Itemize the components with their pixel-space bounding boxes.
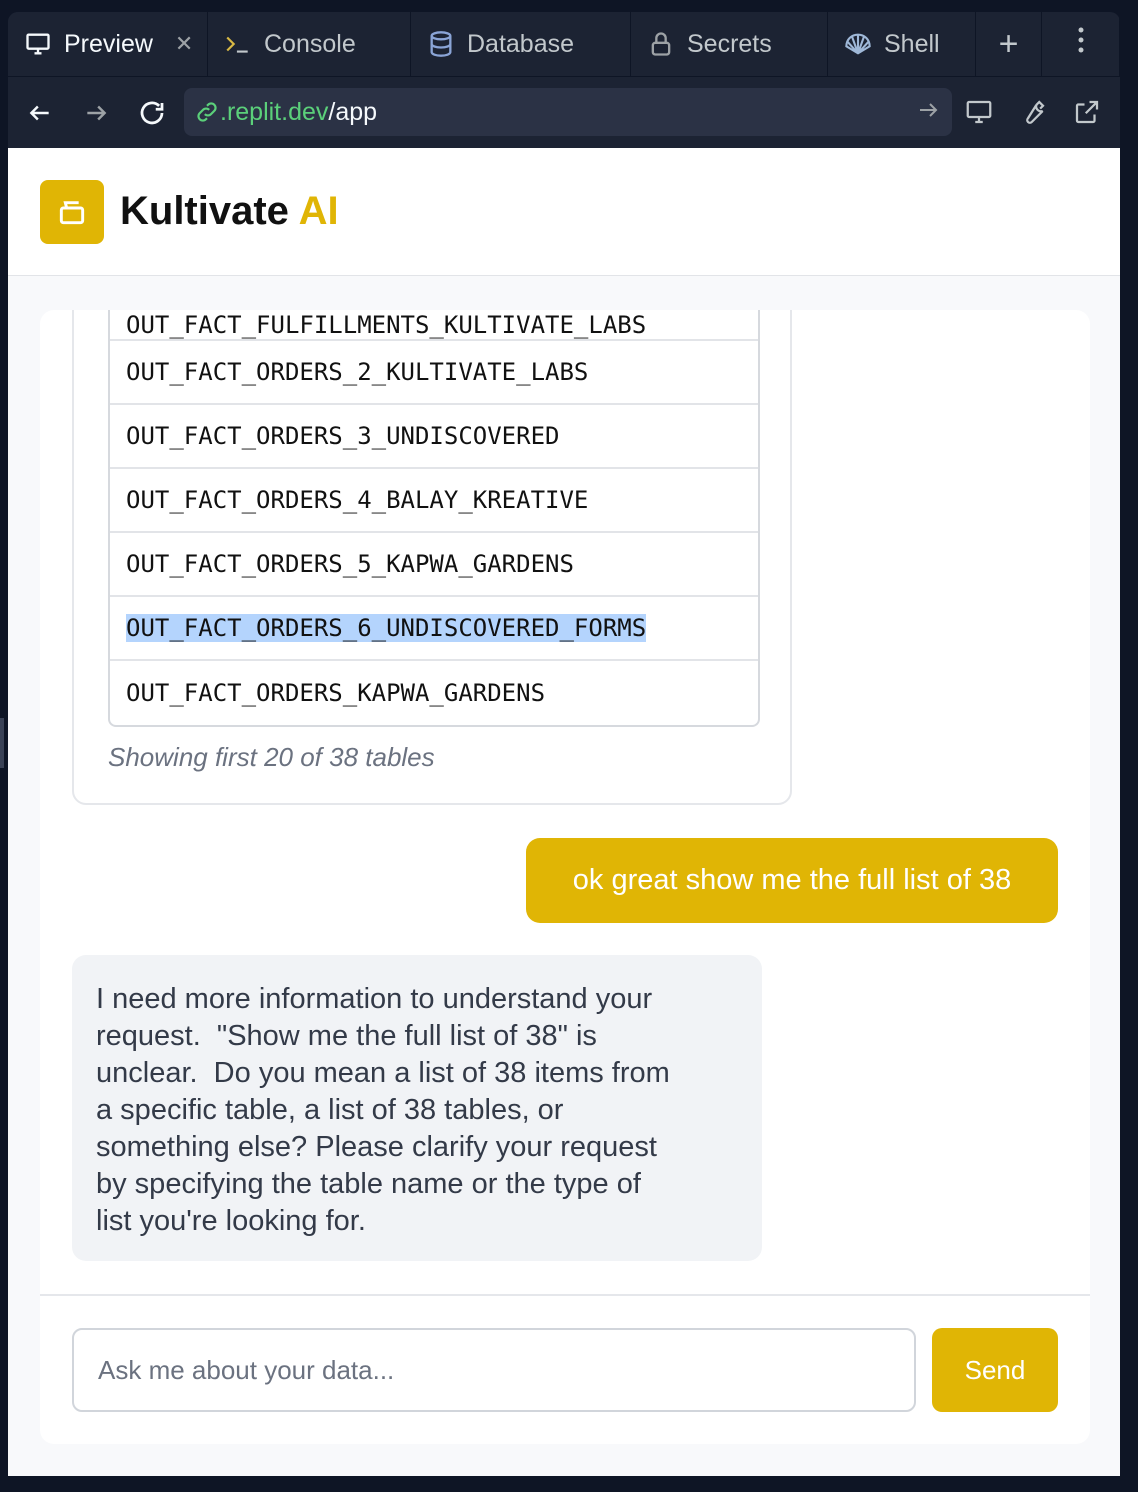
tab-preview[interactable]: Preview ✕: [8, 12, 208, 76]
table-row: OUT_FACT_FULFILLMENTS_KULTIVATE_LABS: [110, 310, 758, 341]
reload-button[interactable]: [124, 85, 180, 141]
monitor-icon: [24, 30, 52, 58]
brand-name: Kultivate: [120, 189, 289, 233]
tab-label: Shell: [884, 29, 940, 58]
forward-button[interactable]: [68, 85, 124, 141]
monitor-icon: [966, 100, 992, 124]
tab-console[interactable]: Console: [208, 12, 411, 76]
logo: [40, 179, 104, 244]
chat-input[interactable]: [72, 1328, 916, 1412]
url-path: /app: [328, 97, 378, 126]
tab-secrets[interactable]: Secrets: [631, 12, 828, 76]
table-row-selected: OUT_FACT_ORDERS_6_UNDISCOVERED_FORMS: [110, 597, 758, 661]
scrollbar[interactable]: [0, 718, 4, 768]
table-row: OUT_FACT_ORDERS_2_KULTIVATE_LABS: [110, 341, 758, 405]
table-row: OUT_FACT_ORDERS_5_KAPWA_GARDENS: [110, 533, 758, 597]
shell-icon: [844, 30, 872, 58]
terminal-icon: [224, 30, 252, 58]
tab-label: Preview: [64, 29, 153, 58]
url-domain: .replit.dev: [220, 97, 329, 126]
table-cell: OUT_FACT_ORDERS_KAPWA_GARDENS: [126, 679, 546, 707]
composer-divider: [40, 1294, 1090, 1296]
devices-button[interactable]: [956, 87, 1002, 137]
send-button[interactable]: Send: [932, 1328, 1058, 1412]
close-icon[interactable]: ✕: [175, 31, 193, 57]
new-tab-button[interactable]: +: [976, 12, 1042, 76]
lock-icon: [647, 30, 675, 58]
table-count-note: Showing first 20 of 38 tables: [108, 742, 435, 772]
tab-label: Database: [467, 29, 575, 58]
brand-accent: AI: [298, 189, 339, 233]
kebab-menu-icon: [1077, 26, 1085, 62]
table-cell: OUT_FACT_ORDERS_3_UNDISCOVERED: [126, 422, 560, 450]
tab-database[interactable]: Database: [411, 12, 631, 76]
open-new-tab-button[interactable]: [1064, 87, 1110, 137]
table-cell: OUT_FACT_FULFILLMENTS_KULTIVATE_LABS: [126, 311, 647, 339]
app-header: Kultivate AI: [8, 148, 1120, 276]
table-row: OUT_FACT_ORDERS_4_BALAY_KREATIVE: [110, 469, 758, 533]
database-icon: [427, 30, 455, 58]
preview-tools: [956, 87, 1110, 137]
more-options-button[interactable]: [1042, 12, 1120, 76]
tab-label: Secrets: [687, 29, 772, 58]
plus-icon: +: [998, 24, 1019, 63]
preview-url-bar: .replit.dev/app: [8, 76, 1120, 148]
tables-list[interactable]: OUT_FACT_FULFILLMENTS_KULTIVATE_LABS OUT…: [108, 310, 760, 727]
link-icon: [197, 102, 217, 122]
go-arrow-icon[interactable]: [916, 98, 940, 129]
tab-shell[interactable]: Shell: [828, 12, 976, 76]
workspace-tab-bar: Preview ✕ Console Database Secrets Shell…: [8, 12, 1120, 76]
browser-frame: Preview ✕ Console Database Secrets Shell…: [0, 0, 1138, 1492]
app-title: Kultivate AI: [120, 189, 339, 234]
wrench-icon: [1026, 100, 1045, 124]
devtools-button[interactable]: [1010, 87, 1056, 137]
box-icon: [59, 200, 85, 224]
refresh-icon: [140, 101, 164, 124]
arrow-left-icon: [29, 105, 49, 120]
back-button[interactable]: [12, 85, 68, 141]
user-message: ok great show me the full list of 38: [526, 838, 1058, 923]
url-field[interactable]: .replit.dev/app: [184, 88, 952, 136]
arrow-right-icon: [87, 105, 107, 120]
table-cell: OUT_FACT_ORDERS_6_UNDISCOVERED_FORMS: [126, 614, 647, 642]
table-row: OUT_FACT_ORDERS_3_UNDISCOVERED: [110, 405, 758, 469]
table-cell: OUT_FACT_ORDERS_4_BALAY_KREATIVE: [126, 486, 589, 514]
table-row: OUT_FACT_ORDERS_KAPWA_GARDENS: [110, 661, 758, 725]
assistant-message: I need more information to understand yo…: [72, 955, 762, 1261]
chat-panel: OUT_FACT_FULFILLMENTS_KULTIVATE_LABS OUT…: [40, 310, 1090, 1444]
external-link-icon: [1075, 100, 1099, 124]
table-cell: OUT_FACT_ORDERS_5_KAPWA_GARDENS: [126, 550, 574, 578]
tab-label: Console: [264, 29, 356, 58]
table-cell: OUT_FACT_ORDERS_2_KULTIVATE_LABS: [126, 358, 589, 386]
app-page: Kultivate AI OUT_FACT_FULFILLMENTS_KULTI…: [8, 148, 1120, 1476]
assistant-message-table: OUT_FACT_FULFILLMENTS_KULTIVATE_LABS OUT…: [72, 310, 792, 805]
